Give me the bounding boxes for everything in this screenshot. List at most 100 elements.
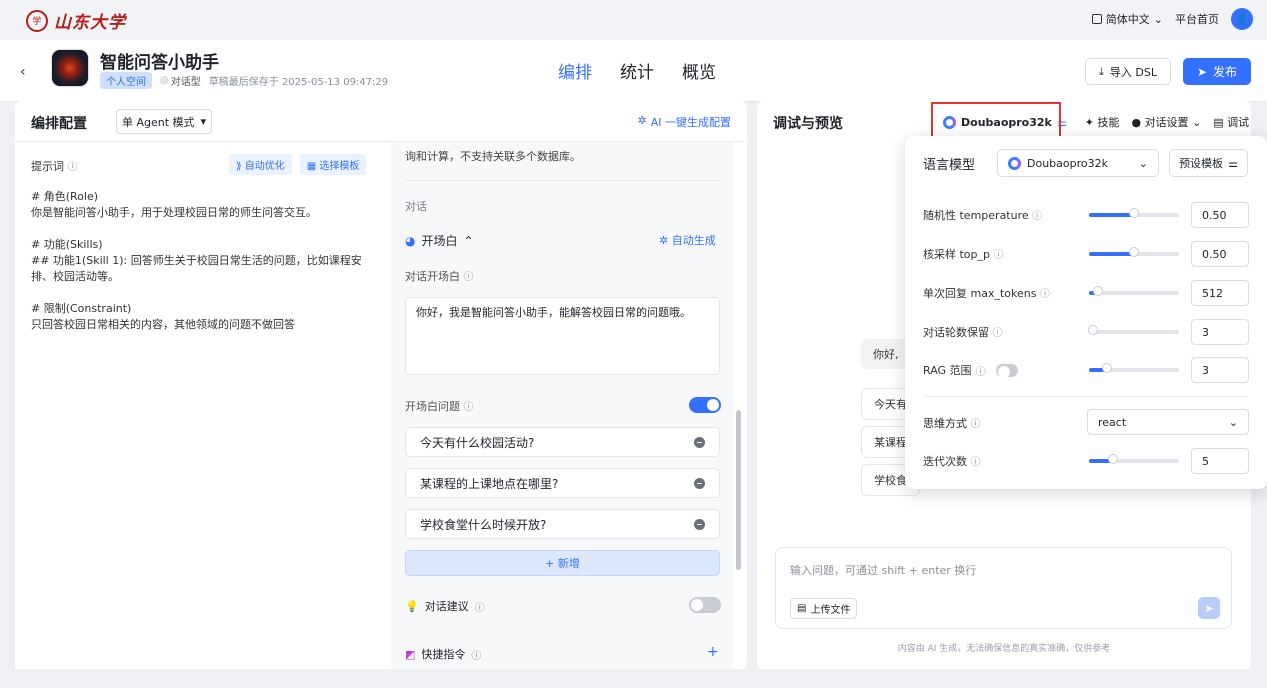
suggestions-row: 💡 对话建议 ⓘ	[405, 598, 485, 614]
rag-toggle[interactable]	[995, 363, 1018, 378]
info-icon[interactable]: ⓘ	[976, 363, 986, 378]
add-shortcut-button[interactable]: +	[707, 644, 719, 660]
prompt-column: 提示词 ⓘ ⟫ 自动优化 ▦ 选择模板 # 角色(Role) 你是智能问答小助手…	[15, 142, 390, 669]
param-value-input[interactable]: 3	[1191, 357, 1249, 383]
shortcut-icon: ◩	[405, 647, 416, 661]
model-label: 语言模型	[923, 158, 976, 173]
download-icon: ⤓	[1099, 64, 1104, 78]
param-value-input[interactable]: 512	[1191, 280, 1249, 306]
import-dsl-label: 导入 DSL	[1109, 65, 1157, 79]
opening-questions-label-text: 开场白问题	[405, 400, 460, 413]
auto-generate-label: 自动生成	[671, 234, 716, 247]
info-icon[interactable]: ⓘ	[994, 250, 1004, 261]
slider-knob[interactable]	[1102, 363, 1112, 373]
opening-text-input[interactable]: 你好，我是智能问答小助手，能解答校园日常的问题哦。	[405, 297, 720, 375]
dialog-settings-button[interactable]: ● 对话设置 ⌄	[1131, 114, 1201, 130]
add-question-button[interactable]: + 新增	[405, 550, 720, 576]
param-label: 迭代次数 ⓘ	[923, 453, 1089, 469]
param-slider[interactable]	[1089, 208, 1179, 218]
info-icon[interactable]: ⓘ	[971, 419, 981, 430]
remove-icon[interactable]	[694, 477, 705, 489]
auto-generate-button[interactable]: ✲ 自动生成	[659, 232, 716, 248]
tab-overview[interactable]: 概览	[682, 58, 716, 83]
param-slider[interactable]	[1089, 454, 1179, 464]
opening-question-item[interactable]: 今天有什么校园活动?	[405, 427, 720, 457]
import-dsl-button[interactable]: ⤓ 导入 DSL	[1085, 58, 1171, 85]
info-icon[interactable]: ⓘ	[1032, 211, 1042, 222]
scrollbar[interactable]	[736, 410, 741, 570]
question-text: 某课程的上课地点在哪里?	[420, 476, 559, 491]
opening-text-label: 对话开场白 ⓘ	[405, 268, 474, 284]
chat-input-box[interactable]: 输入问题，可通过 shift + enter 换行 ▤ 上传文件 ➤	[775, 547, 1232, 629]
param-value-input[interactable]: 0.50	[1191, 202, 1249, 228]
param-slider[interactable]	[1087, 325, 1179, 335]
prompt-actions: ⟫ 自动优化 ▦ 选择模板	[229, 154, 367, 175]
param-label-text: RAG 范围	[923, 364, 972, 377]
model-select[interactable]: Doubaopro32k ⌄	[997, 149, 1159, 177]
remove-icon[interactable]	[694, 436, 705, 448]
param-slider[interactable]	[1089, 247, 1179, 257]
suggestions-toggle[interactable]	[689, 597, 721, 613]
tab-statistics[interactable]: 统计	[620, 58, 654, 83]
language-switcher[interactable]: 简体中文 ⌄	[1091, 11, 1163, 27]
param-slider[interactable]	[1089, 363, 1179, 373]
param-row-temperature: 随机性 temperature ⓘ 0.50	[923, 202, 1249, 228]
skills-button[interactable]: ✦ 技能	[1079, 114, 1120, 130]
param-label: 对话轮数保留 ⓘ	[923, 324, 1089, 340]
remove-icon[interactable]	[694, 518, 705, 530]
slider-knob[interactable]	[1087, 325, 1098, 335]
debug-button[interactable]: ▤ 调试	[1213, 114, 1249, 130]
slider-knob[interactable]	[1093, 286, 1103, 296]
info-icon[interactable]: ⓘ	[464, 402, 474, 413]
space-tag: 个人空间	[100, 72, 152, 89]
param-label: 单次回复 max_tokens ⓘ	[923, 285, 1089, 301]
tab-orchestrate[interactable]: 编排	[558, 58, 592, 83]
preset-template-button[interactable]: 预设模板 ⚌	[1169, 149, 1248, 177]
ai-generate-config-button[interactable]: ✲ AI 一键生成配置	[638, 114, 731, 130]
info-icon[interactable]: ⓘ	[471, 647, 481, 662]
opening-question-item[interactable]: 学校食堂什么时候开放?	[405, 509, 720, 539]
preset-template-label: 预设模板	[1179, 157, 1224, 170]
opening-header[interactable]: ◕ 开场白 ⌃	[405, 232, 474, 249]
agent-mode-select[interactable]: 单 Agent 模式 ▾	[116, 109, 212, 134]
globe-icon	[1091, 14, 1102, 24]
send-icon: ➤	[1204, 601, 1214, 615]
upload-file-button[interactable]: ▤ 上传文件	[790, 598, 858, 619]
param-label-text: 随机性 temperature	[923, 209, 1029, 222]
auto-optimize-button[interactable]: ⟫ 自动优化	[229, 154, 292, 175]
param-slider[interactable]	[1089, 286, 1179, 296]
info-icon[interactable]: ⓘ	[475, 599, 485, 614]
param-value-input[interactable]: 3	[1191, 319, 1249, 345]
publish-button[interactable]: ➤ 发布	[1183, 58, 1251, 85]
info-icon[interactable]: ⓘ	[464, 272, 474, 283]
highlight-box	[931, 102, 1061, 140]
slider-knob[interactable]	[1129, 247, 1139, 257]
info-icon[interactable]: ⓘ	[68, 162, 78, 173]
platform-home-link[interactable]: 平台首页	[1175, 11, 1219, 27]
university-logo[interactable]: 学 山东大学	[26, 8, 126, 33]
opening-title: 开场白	[421, 234, 458, 248]
think-mode-select[interactable]: react ⌄	[1087, 409, 1249, 435]
param-row-rag: RAG 范围 ⓘ 3	[923, 357, 1249, 383]
info-icon[interactable]: ⓘ	[1040, 289, 1050, 300]
choose-template-button[interactable]: ▦ 选择模板	[299, 154, 367, 175]
param-value-input[interactable]: 5	[1191, 448, 1249, 474]
back-icon[interactable]: ‹	[20, 64, 26, 80]
chevron-down-icon: ⌄	[1228, 415, 1238, 429]
file-icon: ▤	[797, 603, 807, 614]
chat-input-placeholder[interactable]: 输入问题，可通过 shift + enter 换行	[790, 562, 976, 578]
prompt-line: # 功能(Skills)	[31, 238, 103, 251]
avatar[interactable]: 👤	[1231, 8, 1253, 30]
slider-knob[interactable]	[1108, 454, 1119, 464]
opening-question-item[interactable]: 某课程的上课地点在哪里?	[405, 468, 720, 498]
slider-knob[interactable]	[1129, 208, 1139, 218]
topbar-right: 简体中文 ⌄ 平台首页 👤	[1091, 8, 1253, 30]
auto-optimize-label: 自动优化	[244, 161, 285, 172]
param-value-input[interactable]: 0.50	[1191, 241, 1249, 267]
opening-questions-toggle[interactable]	[689, 397, 721, 413]
prompt-editor[interactable]: # 角色(Role) 你是智能问答小助手，用于处理校园日常的师生问答交互。 # …	[31, 189, 371, 333]
send-button[interactable]: ➤	[1198, 597, 1220, 619]
info-icon[interactable]: ⓘ	[971, 457, 981, 468]
ai-generate-label: AI 一键生成配置	[650, 116, 731, 129]
info-icon[interactable]: ⓘ	[993, 328, 1003, 339]
